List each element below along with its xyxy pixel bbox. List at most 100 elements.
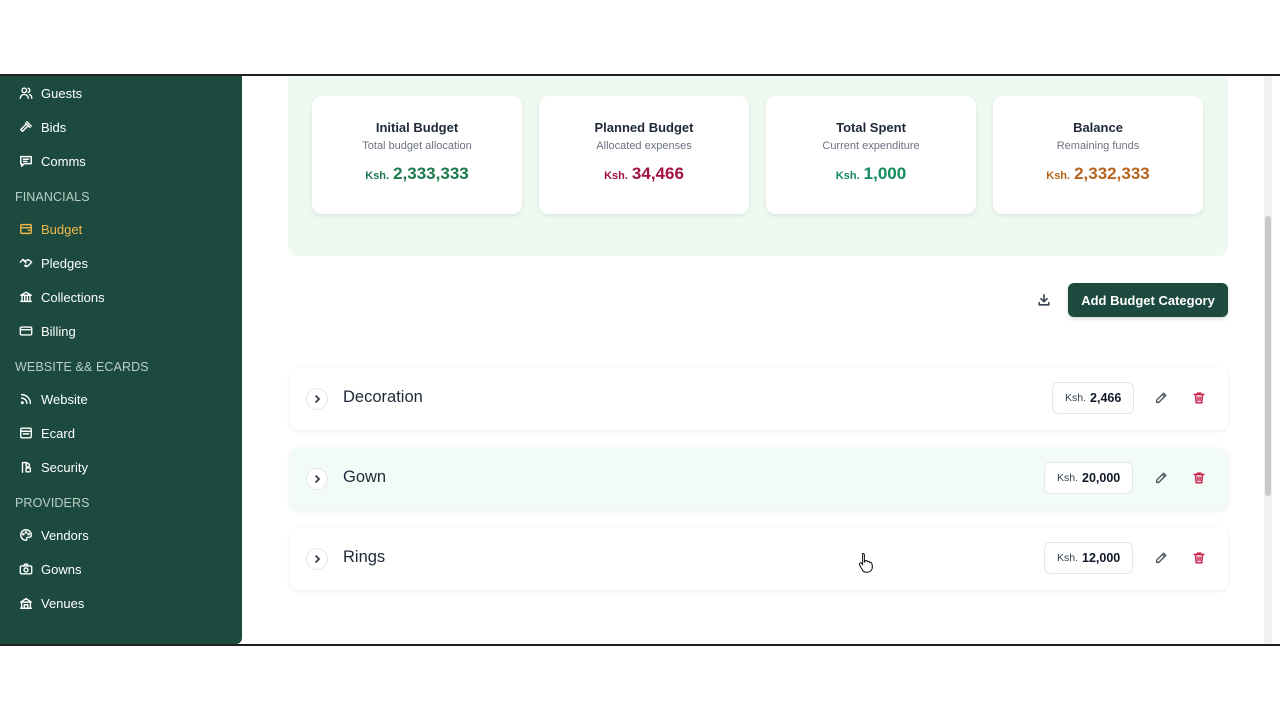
- card-subtitle: Allocated expenses: [596, 140, 692, 152]
- card-title: Total Spent: [836, 120, 906, 135]
- ecard-icon: [18, 425, 34, 441]
- sidebar-item-guests[interactable]: Guests: [18, 82, 82, 104]
- currency-label: Ksh.: [835, 170, 860, 182]
- sidebar-item-label: Budget: [41, 221, 83, 237]
- amount: 2,333,333: [393, 164, 469, 183]
- sidebar-item-venues[interactable]: Venues: [18, 592, 84, 614]
- summary-card-balance: Balance Remaining funds Ksh. 2,332,333: [993, 96, 1203, 214]
- budget-category-row[interactable]: Decoration Ksh. 2,466: [290, 368, 1228, 430]
- budget-category-row[interactable]: Gown Ksh. 20,000: [290, 448, 1228, 510]
- pencil-icon: [1154, 471, 1168, 485]
- section-label-website-ecards: WEBSITE && ECARDS: [15, 360, 149, 374]
- trash-icon: [1192, 551, 1206, 565]
- amount: 20,000: [1082, 471, 1121, 485]
- card-value: Ksh. 2,332,333: [993, 164, 1203, 184]
- card-value: Ksh. 2,333,333: [312, 164, 522, 184]
- hand-cursor-icon: [858, 552, 873, 573]
- edit-button[interactable]: [1152, 549, 1170, 567]
- palette-icon: [18, 527, 34, 543]
- currency-label: Ksh.: [1046, 170, 1071, 182]
- category-amount-badge: Ksh. 12,000: [1044, 542, 1134, 574]
- currency-label: Ksh.: [1057, 472, 1079, 484]
- delete-button[interactable]: [1190, 389, 1208, 407]
- sidebar-item-vendors[interactable]: Vendors: [18, 524, 89, 546]
- expand-button[interactable]: [306, 548, 328, 570]
- category-amount-badge: Ksh. 2,466: [1052, 382, 1135, 414]
- sidebar-item-label: Billing: [41, 323, 76, 339]
- sidebar-item-collections[interactable]: Collections: [18, 286, 105, 308]
- sidebar-item-label: Collections: [41, 289, 105, 305]
- sidebar-item-ecard[interactable]: Ecard: [18, 422, 75, 444]
- expand-button[interactable]: [306, 468, 328, 490]
- category-amount-badge: Ksh. 20,000: [1044, 462, 1134, 494]
- sidebar-item-label: Security: [41, 459, 88, 475]
- currency-label: Ksh.: [604, 170, 628, 182]
- sidebar-item-label: Website: [41, 391, 88, 407]
- message-icon: [18, 153, 34, 169]
- card-title: Initial Budget: [375, 120, 459, 135]
- card-value: Ksh. 1,000: [766, 164, 976, 184]
- sidebar-item-website[interactable]: Website: [18, 388, 88, 410]
- card-value: Ksh. 34,466: [539, 164, 749, 184]
- pencil-icon: [1154, 391, 1168, 405]
- sidebar-item-label: Vendors: [41, 527, 89, 543]
- rss-icon: [18, 391, 34, 407]
- gavel-icon: [18, 119, 34, 135]
- budget-category-row[interactable]: Rings Ksh. 12,000: [290, 528, 1228, 590]
- camera-icon: [18, 561, 34, 577]
- handshake-icon: [18, 255, 34, 271]
- section-label-financials: FINANCIALS: [15, 190, 90, 204]
- budget-summary: Initial Budget Total budget allocation K…: [288, 76, 1228, 256]
- download-button[interactable]: [1034, 290, 1054, 310]
- category-name: Rings: [343, 548, 386, 566]
- sidebar-item-gowns[interactable]: Gowns: [18, 558, 81, 580]
- trash-icon: [1192, 391, 1206, 405]
- summary-card-planned-budget: Planned Budget Allocated expenses Ksh. 3…: [539, 96, 749, 214]
- edit-button[interactable]: [1152, 389, 1170, 407]
- users-icon: [18, 85, 34, 101]
- sidebar-item-bids[interactable]: Bids: [18, 116, 66, 138]
- card-subtitle: Remaining funds: [1056, 140, 1140, 152]
- delete-button[interactable]: [1190, 469, 1208, 487]
- expand-button[interactable]: [306, 388, 328, 410]
- pencil-icon: [1154, 551, 1168, 565]
- venue-icon: [18, 595, 34, 611]
- sidebar-item-label: Ecard: [41, 425, 75, 441]
- sidebar-item-comms[interactable]: Comms: [18, 150, 86, 172]
- app-window: Guests Bids Comms FINANCIALS Budget Pled…: [0, 74, 1280, 646]
- sidebar-item-label: Comms: [41, 153, 86, 169]
- budget-icon: [18, 221, 34, 237]
- edit-button[interactable]: [1152, 469, 1170, 487]
- amount: 12,000: [1082, 551, 1121, 565]
- credit-card-icon: [18, 323, 34, 339]
- card-subtitle: Total budget allocation: [362, 140, 472, 152]
- vertical-scrollbar[interactable]: [1264, 76, 1272, 644]
- sidebar-item-label: Venues: [41, 595, 85, 611]
- currency-label: Ksh.: [1057, 552, 1079, 564]
- sidebar-item-label: Guests: [41, 85, 83, 101]
- main-content: Initial Budget Total budget allocation K…: [242, 76, 1272, 644]
- sidebar-item-label: Pledges: [41, 255, 88, 271]
- category-name: Gown: [343, 468, 387, 486]
- amount: 1,000: [863, 164, 907, 183]
- sidebar-item-billing[interactable]: Billing: [18, 320, 76, 342]
- sidebar-item-label: Gowns: [41, 561, 82, 577]
- card-title: Balance: [1073, 120, 1123, 135]
- summary-card-initial-budget: Initial Budget Total budget allocation K…: [312, 96, 522, 214]
- sidebar: Guests Bids Comms FINANCIALS Budget Pled…: [0, 76, 242, 644]
- trash-icon: [1192, 471, 1206, 485]
- currency-label: Ksh.: [1065, 392, 1087, 404]
- sidebar-item-security[interactable]: Security: [18, 456, 88, 478]
- add-budget-category-button[interactable]: Add Budget Category: [1068, 283, 1228, 317]
- currency-label: Ksh.: [365, 170, 390, 182]
- summary-card-total-spent: Total Spent Current expenditure Ksh. 1,0…: [766, 96, 976, 214]
- scrollbar-thumb[interactable]: [1265, 216, 1271, 496]
- sidebar-item-label: Bids: [41, 119, 67, 135]
- category-name: Decoration: [343, 388, 423, 406]
- card-title: Planned Budget: [594, 120, 694, 135]
- sidebar-item-budget[interactable]: Budget: [18, 218, 82, 240]
- sidebar-item-pledges[interactable]: Pledges: [18, 252, 88, 274]
- delete-button[interactable]: [1190, 549, 1208, 567]
- card-subtitle: Current expenditure: [822, 140, 920, 152]
- amount: 2,466: [1090, 391, 1122, 405]
